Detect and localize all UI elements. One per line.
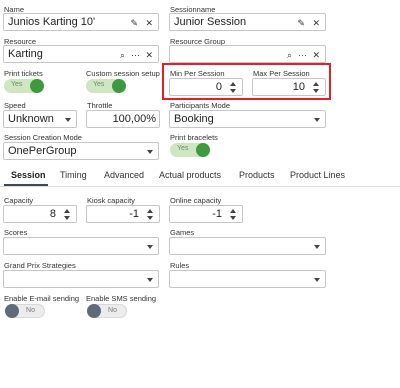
- max-per-session-label: Max Per Session: [253, 69, 310, 78]
- more-icon[interactable]: ···: [131, 48, 140, 62]
- print-bracelets-state: Yes: [177, 145, 189, 152]
- custom-session-setup-state: Yes: [93, 81, 105, 88]
- name-value: Junios Karting 10': [8, 16, 96, 28]
- participants-mode-select[interactable]: Booking: [169, 110, 326, 128]
- speed-value: Unknown: [8, 113, 54, 125]
- resource-value: Karting: [8, 48, 43, 60]
- rules-select[interactable]: [169, 270, 326, 288]
- spinner-icon[interactable]: [147, 207, 155, 222]
- spinner-icon[interactable]: [230, 207, 238, 222]
- chevron-down-icon: [314, 278, 320, 282]
- sms-sending-label: Enable SMS sending: [86, 294, 157, 303]
- kiosk-capacity-label: Kiosk capacity: [87, 196, 135, 205]
- custom-session-setup-label: Custom session setup: [86, 69, 160, 78]
- min-per-session-field[interactable]: 0: [169, 78, 243, 96]
- spinner-icon[interactable]: [64, 207, 72, 222]
- toggle-knob: [30, 79, 44, 93]
- custom-session-setup-toggle[interactable]: Yes: [86, 79, 126, 93]
- throttle-value: 100,00%: [112, 113, 156, 125]
- spinner-icon[interactable]: [313, 80, 321, 95]
- print-tickets-state: Yes: [11, 81, 23, 88]
- online-capacity-value: -1: [212, 208, 222, 220]
- chevron-down-icon: [147, 245, 153, 249]
- tab-products[interactable]: Products: [239, 170, 275, 180]
- edit-icon[interactable]: ✎: [130, 16, 138, 30]
- session-creation-mode-select[interactable]: OnePerGroup: [3, 142, 159, 160]
- speed-label: Speed: [4, 101, 26, 110]
- clear-icon[interactable]: ✕: [312, 48, 320, 62]
- rules-label: Rules: [170, 261, 190, 270]
- clear-icon[interactable]: ✕: [312, 16, 320, 30]
- more-icon[interactable]: ···: [298, 48, 307, 62]
- tab-advanced[interactable]: Advanced: [104, 170, 144, 180]
- sms-sending-toggle[interactable]: No: [87, 304, 127, 318]
- sessionname-value: Junior Session: [174, 16, 247, 28]
- session-creation-mode-label: Session Creation Mode: [4, 133, 82, 142]
- search-icon[interactable]: ⌕: [120, 48, 125, 62]
- resource-field[interactable]: Karting ⌕ ··· ✕: [3, 45, 159, 63]
- active-tab-indicator: [4, 184, 48, 186]
- kiosk-capacity-value: -1: [129, 208, 139, 220]
- email-sending-state: No: [26, 307, 35, 314]
- chevron-down-icon: [314, 245, 320, 249]
- sessionname-field[interactable]: Junior Session ✎ ✕: [169, 13, 326, 31]
- grand-prix-label: Grand Prix Strategies: [4, 261, 76, 270]
- clear-icon[interactable]: ✕: [145, 16, 153, 30]
- toggle-knob: [87, 304, 101, 318]
- search-icon[interactable]: ⌕: [287, 48, 292, 62]
- throttle-field[interactable]: 100,00%: [86, 110, 160, 128]
- print-tickets-toggle[interactable]: Yes: [4, 79, 44, 93]
- max-per-session-field[interactable]: 10: [252, 78, 326, 96]
- tab-timing[interactable]: Timing: [60, 170, 87, 180]
- participants-mode-value: Booking: [174, 113, 214, 125]
- chevron-down-icon: [147, 150, 153, 154]
- capacity-label: Capacity: [4, 196, 34, 205]
- edit-icon[interactable]: ✎: [297, 16, 305, 30]
- min-per-session-label: Min Per Session: [170, 69, 225, 78]
- clear-icon[interactable]: ✕: [145, 48, 153, 62]
- tab-actual-products[interactable]: Actual products: [159, 170, 221, 180]
- scores-label: Scores: [4, 228, 28, 237]
- sms-sending-state: No: [108, 307, 117, 314]
- toggle-knob: [112, 79, 126, 93]
- print-bracelets-toggle[interactable]: Yes: [170, 143, 210, 157]
- spinner-icon[interactable]: [230, 80, 238, 95]
- print-tickets-label: Print tickets: [4, 69, 43, 78]
- email-sending-toggle[interactable]: No: [5, 304, 45, 318]
- tab-bar: Session Timing Advanced Actual products …: [0, 165, 400, 187]
- max-per-session-value: 10: [292, 81, 305, 93]
- toggle-knob: [5, 304, 19, 318]
- online-capacity-label: Online capacity: [170, 196, 222, 205]
- throttle-label: Throttle: [87, 101, 113, 110]
- min-per-session-value: 0: [215, 81, 222, 93]
- chevron-down-icon: [147, 278, 153, 282]
- speed-select[interactable]: Unknown: [3, 110, 77, 128]
- toggle-knob: [196, 143, 210, 157]
- capacity-value: 8: [49, 208, 56, 220]
- games-select[interactable]: [169, 237, 326, 255]
- session-creation-mode-value: OnePerGroup: [8, 145, 77, 157]
- capacity-field[interactable]: 8: [3, 205, 77, 223]
- grand-prix-select[interactable]: [3, 270, 159, 288]
- chevron-down-icon: [65, 118, 71, 122]
- resource-group-field[interactable]: ⌕ ··· ✕: [169, 45, 326, 63]
- scores-select[interactable]: [3, 237, 159, 255]
- email-sending-label: Enable E-mail sending: [4, 294, 80, 303]
- chevron-down-icon: [314, 118, 320, 122]
- games-label: Games: [170, 228, 195, 237]
- name-field[interactable]: Junios Karting 10' ✎ ✕: [3, 13, 159, 31]
- tab-product-lines[interactable]: Product Lines: [290, 170, 345, 180]
- participants-mode-label: Participants Mode: [170, 101, 231, 110]
- tab-session[interactable]: Session: [11, 170, 46, 180]
- online-capacity-field[interactable]: -1: [169, 205, 243, 223]
- kiosk-capacity-field[interactable]: -1: [86, 205, 160, 223]
- print-bracelets-label: Print bracelets: [170, 133, 218, 142]
